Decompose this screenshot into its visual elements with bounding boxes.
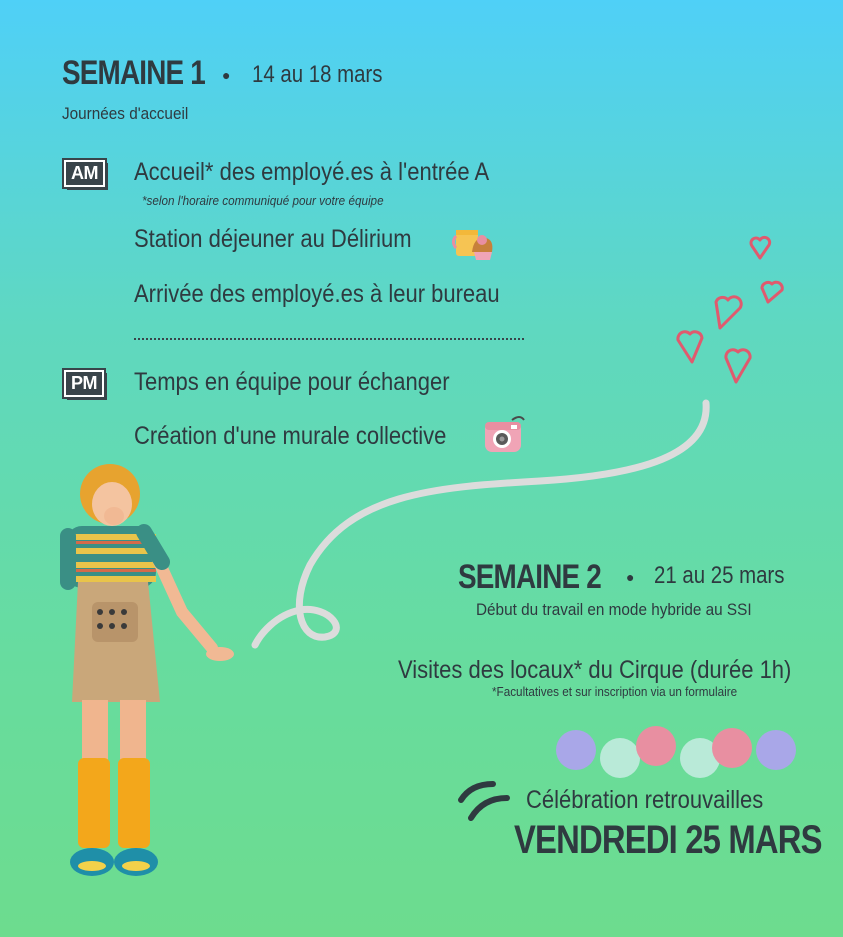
- swoosh-icon: [458, 781, 510, 821]
- pm-badge: PM: [62, 368, 106, 399]
- am-item-arrival: Arrivée des employé.es à leur bureau: [134, 280, 500, 308]
- heart-icon: [676, 330, 704, 364]
- heart-icon: [749, 235, 772, 260]
- celebration-date: VENDREDI 25 MARS: [514, 818, 822, 862]
- balloon-icon: [712, 728, 752, 768]
- am-item-welcome: Accueil* des employé.es à l'entrée A: [134, 158, 490, 186]
- bullet-dot: ●: [626, 569, 635, 585]
- balloon-icon: [636, 726, 676, 766]
- week2-dates: 21 au 25 mars: [654, 562, 785, 589]
- week2-subtitle: Début du travail en mode hybride au SSI: [476, 600, 752, 619]
- bullet-dot: ●: [222, 67, 231, 83]
- pm-item-team: Temps en équipe pour échanger: [134, 368, 450, 396]
- week1-title: SEMAINE 1: [62, 54, 206, 92]
- hearts-decoration: [676, 235, 784, 384]
- am-item-breakfast: Station déjeuner au Délirium: [134, 225, 412, 253]
- balloons-decoration: [556, 726, 796, 778]
- balloon-icon: [756, 730, 796, 770]
- visit-item: Visites des locaux* du Cirque (durée 1h): [398, 656, 792, 684]
- visit-note: *Facultatives et sur inscription via un …: [492, 684, 738, 699]
- celebration-label: Célébration retrouvailles: [526, 786, 764, 814]
- balloon-icon: [556, 730, 596, 770]
- am-note: *selon l'horaire communiqué pour votre é…: [142, 193, 384, 208]
- week1-subtitle: Journées d'accueil: [62, 104, 189, 123]
- balloon-icon: [600, 738, 640, 778]
- coffee-cupcake-icon: [452, 230, 493, 260]
- performer-figure: [60, 464, 234, 876]
- heart-icon: [760, 280, 784, 304]
- heart-icon: [724, 348, 752, 384]
- am-badge: AM: [62, 158, 107, 189]
- week2-title: SEMAINE 2: [458, 558, 602, 596]
- week1-dates: 14 au 18 mars: [252, 61, 383, 88]
- heart-icon: [714, 295, 743, 330]
- section-divider: [134, 338, 524, 340]
- swirl-line: [251, 399, 710, 649]
